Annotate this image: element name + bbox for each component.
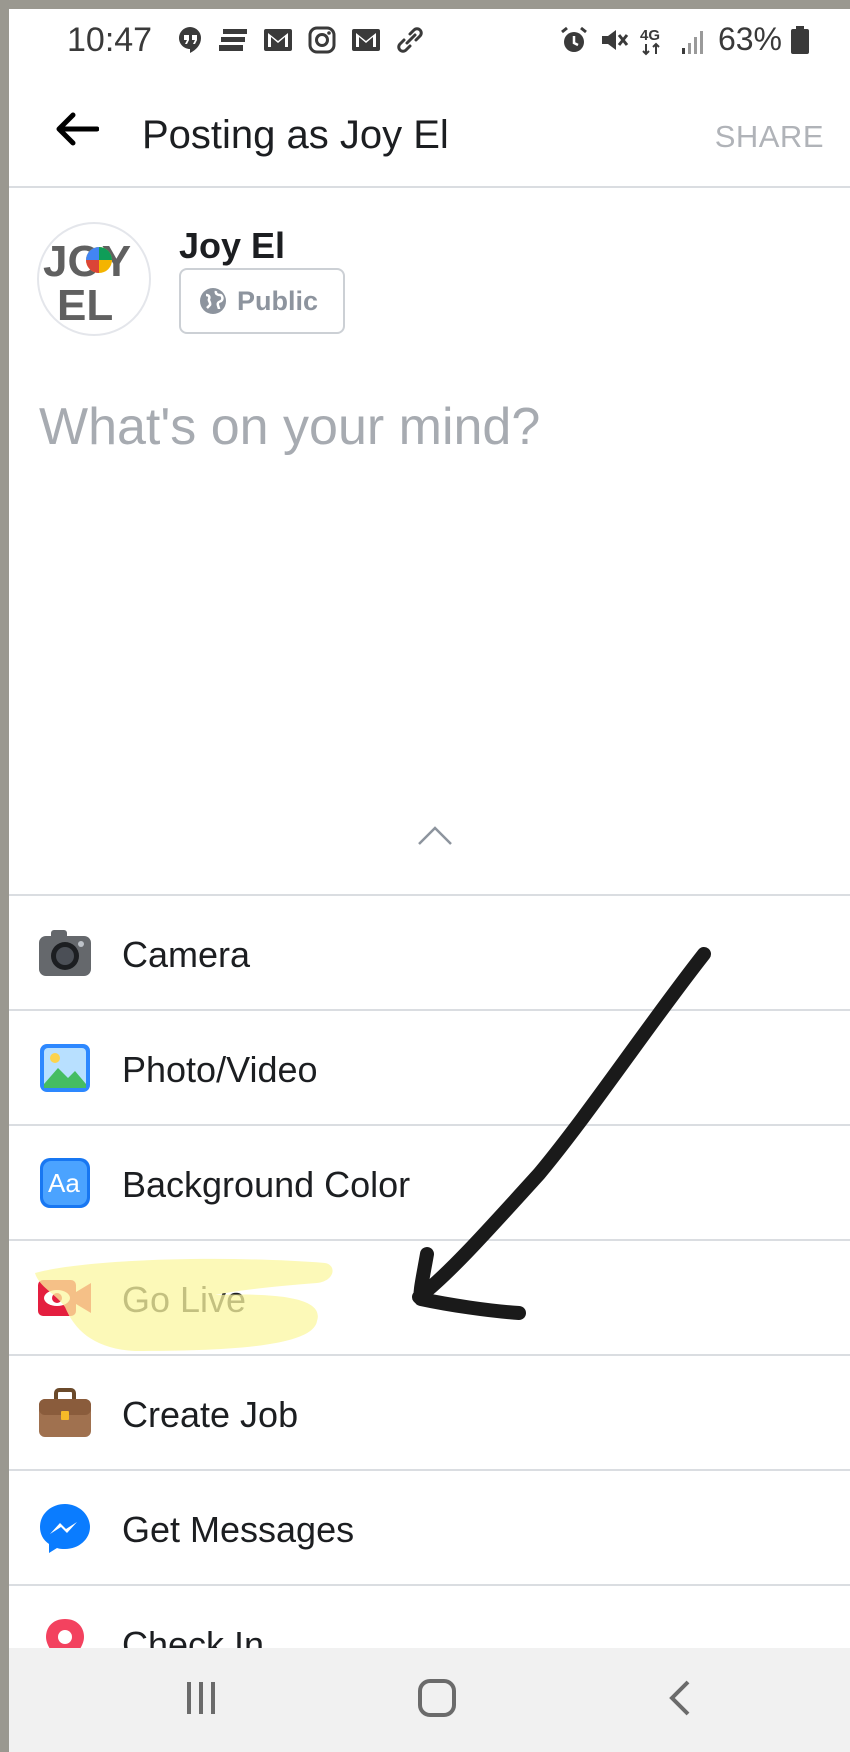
gmail-icon-2 (352, 29, 380, 51)
status-time: 10:47 (67, 21, 153, 59)
svg-text:EL: EL (57, 281, 113, 330)
post-options-list: Camera Photo/Video Aa Background Color G… (9, 894, 850, 1699)
battery-icon (791, 25, 809, 54)
system-status: 4G 63% (558, 21, 810, 58)
briefcase-icon (39, 1388, 91, 1437)
notification-icons (173, 23, 427, 57)
top-app-bar: Posting as Joy El SHARE (9, 71, 850, 188)
go-live-icon (38, 1280, 91, 1316)
network-4g-icon: 4G (640, 27, 660, 55)
post-text-input[interactable]: What's on your mind? (39, 397, 540, 457)
gmail-icon (264, 29, 292, 51)
menu-label: Camera (122, 934, 251, 975)
app-screen: 10:47 4G 63% Posting as Joy El SHARE JOY (9, 9, 850, 1752)
hangouts-icon (179, 27, 201, 53)
photo-video-icon (40, 1044, 90, 1092)
menu-label: Photo/Video (122, 1049, 318, 1090)
status-bar: 10:47 4G 63% (9, 9, 850, 71)
home-icon[interactable] (417, 1678, 457, 1718)
audience-label: Public (237, 285, 319, 316)
menu-item-camera[interactable]: Camera (9, 894, 850, 1009)
svg-text:Aa: Aa (48, 1168, 80, 1198)
joy-el-logo: JOY EL (43, 237, 131, 330)
menu-label: Create Job (122, 1394, 299, 1435)
page-title: Posting as Joy El (142, 113, 449, 157)
link-icon (397, 27, 423, 53)
android-nav-bar (9, 1648, 850, 1752)
background-color-icon: Aa (40, 1158, 90, 1208)
share-button[interactable]: SHARE (715, 119, 824, 155)
instagram-icon (308, 26, 336, 54)
alarm-icon (561, 26, 587, 52)
avatar[interactable]: JOY EL (37, 222, 151, 336)
menu-label: Get Messages (122, 1509, 355, 1550)
camera-icon (39, 930, 91, 976)
mute-icon (601, 29, 629, 50)
back-arrow-icon[interactable] (55, 111, 99, 147)
signal-icon (681, 30, 703, 54)
author-name: Joy El (179, 225, 286, 266)
back-nav-icon[interactable] (664, 1678, 694, 1718)
news-icon (219, 29, 247, 51)
svg-text:4G: 4G (640, 27, 660, 44)
recents-icon[interactable] (181, 1678, 221, 1718)
menu-item-go-live[interactable]: Go Live (9, 1239, 850, 1354)
messenger-icon (40, 1504, 90, 1553)
chevron-up-icon[interactable] (417, 824, 453, 846)
globe-icon (200, 288, 226, 314)
battery-percent: 63% (717, 21, 782, 57)
menu-label: Background Color (122, 1164, 411, 1205)
menu-item-get-messages[interactable]: Get Messages (9, 1469, 850, 1584)
menu-item-photo-video[interactable]: Photo/Video (9, 1009, 850, 1124)
audience-selector[interactable]: Public (179, 268, 345, 334)
menu-label: Go Live (122, 1279, 247, 1320)
menu-item-background-color[interactable]: Aa Background Color (9, 1124, 850, 1239)
menu-item-create-job[interactable]: Create Job (9, 1354, 850, 1469)
